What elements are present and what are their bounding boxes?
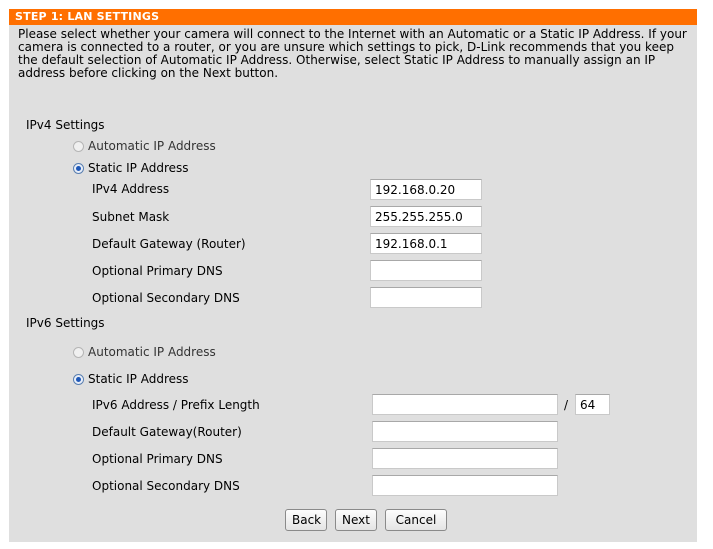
ipv6-static-radio[interactable]	[73, 373, 84, 385]
ipv4-address-input[interactable]	[370, 179, 482, 200]
ipv6-gateway-label: Default Gateway(Router)	[92, 425, 242, 439]
ipv6-automatic-label: Automatic IP Address	[88, 345, 216, 359]
instructions-text: Please select whether your camera will c…	[18, 27, 687, 80]
ipv6-address-label: IPv6 Address / Prefix Length	[92, 398, 260, 412]
ipv4-static-option[interactable]: Static IP Address	[73, 161, 189, 175]
subnet-mask-input[interactable]	[370, 206, 482, 227]
next-button[interactable]: Next	[335, 509, 377, 531]
prefix-separator: /	[564, 398, 569, 412]
back-button[interactable]: Back	[285, 509, 327, 531]
ipv4-static-label: Static IP Address	[88, 161, 189, 175]
ipv6-automatic-option[interactable]: Automatic IP Address	[73, 345, 216, 359]
ipv4-secondary-dns-label: Optional Secondary DNS	[92, 291, 240, 305]
ipv4-gateway-input[interactable]	[370, 233, 482, 254]
ipv6-primary-dns-label: Optional Primary DNS	[92, 452, 223, 466]
lan-settings-panel: STEP 1: LAN SETTINGS Please select wheth…	[9, 9, 697, 542]
ipv4-gateway-label: Default Gateway (Router)	[92, 237, 246, 251]
ipv4-primary-dns-input[interactable]	[370, 260, 482, 281]
ipv6-automatic-radio[interactable]	[73, 346, 84, 358]
ipv6-primary-dns-input[interactable]	[372, 448, 558, 469]
cancel-button[interactable]: Cancel	[385, 509, 447, 531]
subnet-mask-label: Subnet Mask	[92, 210, 170, 224]
ipv6-prefix-length-input[interactable]	[575, 394, 610, 415]
ipv4-section-label: IPv4 Settings	[26, 118, 105, 132]
ipv4-primary-dns-label: Optional Primary DNS	[92, 264, 223, 278]
ipv4-automatic-radio[interactable]	[73, 140, 84, 152]
ipv4-static-radio[interactable]	[73, 162, 84, 174]
section-header: STEP 1: LAN SETTINGS	[9, 9, 697, 25]
ipv4-secondary-dns-input[interactable]	[370, 287, 482, 308]
ipv6-static-label: Static IP Address	[88, 372, 189, 386]
ipv4-address-label: IPv4 Address	[92, 182, 170, 196]
ipv4-automatic-option[interactable]: Automatic IP Address	[73, 139, 216, 153]
ipv4-automatic-label: Automatic IP Address	[88, 139, 216, 153]
ipv6-gateway-input[interactable]	[372, 421, 558, 442]
ipv6-address-input[interactable]	[372, 394, 558, 415]
ipv6-static-option[interactable]: Static IP Address	[73, 372, 189, 386]
ipv6-section-label: IPv6 Settings	[26, 316, 105, 330]
ipv6-secondary-dns-input[interactable]	[372, 475, 558, 496]
ipv6-secondary-dns-label: Optional Secondary DNS	[92, 479, 240, 493]
